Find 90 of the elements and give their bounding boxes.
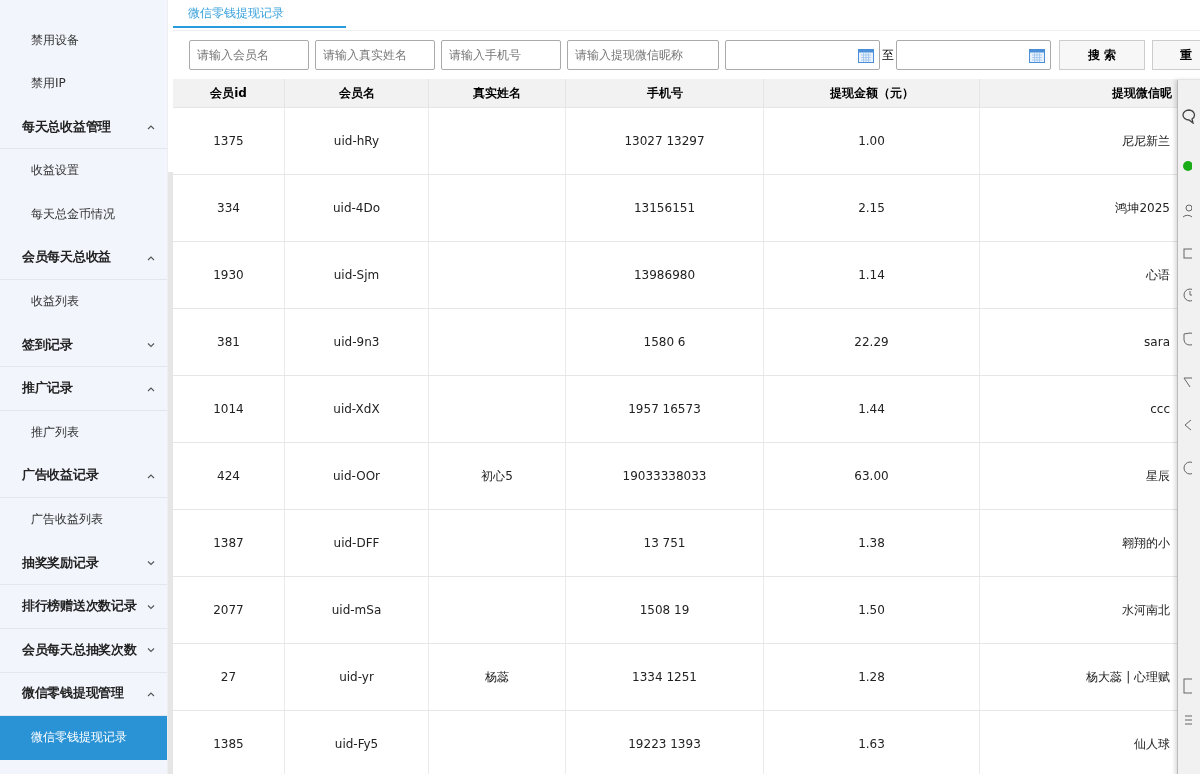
table-cell: 1385 [213,737,244,751]
table-cell: 19033338033 [622,469,707,483]
table-cell: uid-mSa [331,603,382,617]
group-label: 排行榜赠送次数记录 [22,598,137,616]
sidebar-item[interactable]: 收益设置 [0,149,167,193]
table-cell: 1375 [213,134,244,148]
table-cell: uid-Fy5 [334,737,379,751]
column-header: 会员名 [285,79,429,107]
action-button[interactable]: 重 [1152,40,1200,70]
table-cell: uid-XdX [333,402,380,416]
table-cell: 1508 19 [639,603,690,617]
table-cell: 1.28 [858,670,885,684]
table-cell: 尼尼新兰 [1122,132,1170,150]
sidebar-item[interactable]: 收益列表 [0,280,167,324]
table-cell: 13156151 [633,201,696,215]
action-button[interactable]: 搜 索 [1059,40,1145,70]
table-cell: 1.63 [858,737,885,751]
table-cell: 381 [217,335,240,349]
table-cell: 初心5 [481,467,513,485]
table-cell: uid-Sjm [333,268,380,282]
group-label: 会员每天总抽奖次数 [22,641,137,659]
table-cell: 1580 6 [643,335,686,349]
table-cell: 1.00 [858,134,885,148]
calendar-icon [858,47,874,63]
table-cell: 心语 [1146,266,1170,284]
group-label: 推广记录 [22,380,73,398]
group-label: 微信零钱提现管理 [22,685,124,703]
table-cell: 2.15 [858,201,885,215]
table-cell: 水河南北 [1122,601,1170,619]
table-cell: 19223 1393 [628,737,701,751]
calendar-icon [1029,47,1045,63]
group-label: 抽奖奖励记录 [22,554,99,572]
sidebar-item[interactable]: 每天总金币情况 [0,192,167,237]
table-cell: 1957 16573 [628,402,701,416]
table-cell: uid-9n3 [333,335,380,349]
table-cell: 鸿坤2025 [1115,199,1170,217]
search-field[interactable]: 请输入提现微信昵称 [567,40,719,70]
menu-icon[interactable] [1182,714,1192,726]
table-cell: 13027 13297 [624,134,705,148]
table-cell: 1.38 [858,536,885,550]
table-cell: 1.14 [858,268,885,282]
table-cell: 22.29 [854,335,889,349]
table-cell: 424 [217,469,240,483]
table-cell: 27 [220,670,237,684]
date-field[interactable] [725,40,880,70]
column-header: 会员id [173,79,285,107]
group-label: 广告收益记录 [22,467,99,485]
group-label: 每天总收益管理 [22,118,111,136]
share-icon[interactable] [1182,418,1192,432]
date-field[interactable] [896,40,1051,70]
clock-icon[interactable] [1182,288,1192,302]
table-cell: 杨大蕊 | 心理赋 [1086,668,1170,686]
table-cell: 翱翔的小 [1122,534,1170,552]
table-cell: 星辰 [1146,467,1170,485]
chat-icon[interactable] [1182,108,1196,124]
table-cell: 63.00 [854,469,889,483]
table-cell: 1334 1251 [632,670,697,684]
table-cell: 1387 [213,536,244,550]
range-separator: 至 [882,46,894,64]
table-cell: uid-yr [339,670,374,684]
table-cell: uid-OOr [332,469,380,483]
column-header: 提现金额（元） [764,79,980,107]
table-cell: 1.44 [858,402,885,416]
table-cell: 13986980 [633,268,696,282]
table-cell: sara [1144,335,1170,349]
search-field[interactable]: 请输入手机号 [441,40,561,70]
table-cell: 13 751 [643,536,686,550]
search-field[interactable]: 请输入真实姓名 [315,40,435,70]
sidebar-item[interactable]: 推广列表 [0,410,167,455]
table-cell: uid-hRy [333,134,380,148]
sidebar-item[interactable]: 禁用IP [0,62,167,106]
column-header: 手机号 [566,79,764,107]
table-cell: uid-4Do [332,201,381,215]
sidebar-item[interactable]: 禁用设备 [0,18,167,63]
table-cell: 杨蕊 [485,668,509,686]
table-cell: 仙人球 [1134,735,1170,753]
person-icon[interactable] [1182,204,1192,218]
table-cell: uid-DFF [333,536,380,550]
group-label: 会员每天总收益 [22,249,111,267]
table-cell: 1.50 [858,603,885,617]
search-field[interactable]: 请输入会员名 [189,40,309,70]
table-cell: ccc [1150,402,1170,416]
column-header: 提现微信昵 [1111,85,1173,102]
column-header: 真实姓名 [429,79,566,107]
table-cell: 2077 [213,603,244,617]
sidebar-item[interactable]: 广告收益列表 [0,498,167,542]
group-label: 签到记录 [22,336,73,354]
table-cell: 334 [217,201,240,215]
table-cell: 1014 [213,402,244,416]
table-cell: 1930 [213,268,244,282]
